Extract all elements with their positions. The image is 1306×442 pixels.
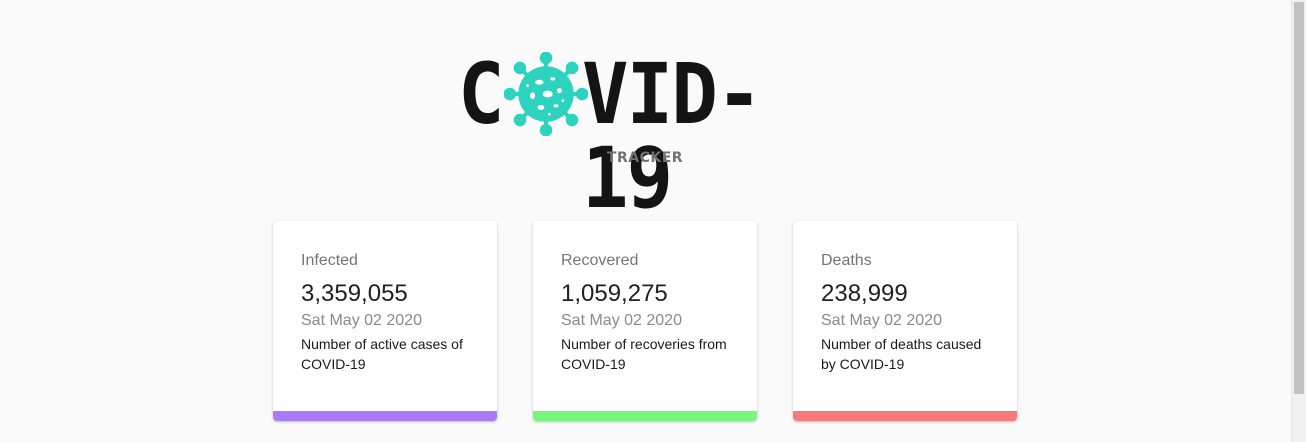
card-date: Sat May 02 2020 xyxy=(821,312,942,329)
recovered-card: Recovered 1,059,275 Sat May 02 2020 Numb… xyxy=(533,221,757,421)
card-description: Number of deaths caused by COVID-19 xyxy=(821,336,982,372)
card-label: Deaths xyxy=(821,252,872,269)
card-accent-bar xyxy=(273,411,497,421)
card-description: Number of active cases of COVID-19 xyxy=(301,336,463,372)
card-value: 238,999 xyxy=(821,280,908,307)
infected-card: Infected 3,359,055 Sat May 02 2020 Numbe… xyxy=(273,221,497,421)
logo-text-vid-19: VID-19 xyxy=(582,45,763,227)
vertical-scrollbar[interactable] xyxy=(1291,0,1306,442)
deaths-card: Deaths 238,999 Sat May 02 2020 Number of… xyxy=(793,221,1017,421)
card-value: 1,059,275 xyxy=(561,280,668,307)
card-date: Sat May 02 2020 xyxy=(561,312,682,329)
logo-tagline: TRACKER xyxy=(606,150,684,166)
logo-letter-c: C xyxy=(458,45,505,143)
card-accent-bar xyxy=(533,411,757,421)
virus-icon xyxy=(504,52,588,136)
card-date: Sat May 02 2020 xyxy=(301,312,422,329)
card-description: Number of recoveries from COVID-19 xyxy=(561,336,727,372)
card-value: 3,359,055 xyxy=(301,280,408,307)
card-label: Infected xyxy=(301,252,358,269)
card-label: Recovered xyxy=(561,252,639,269)
card-accent-bar xyxy=(793,411,1017,421)
scrollbar-thumb[interactable] xyxy=(1294,2,1304,394)
stats-cards: Infected 3,359,055 Sat May 02 2020 Numbe… xyxy=(273,221,1017,421)
page: C VID-19 TRACKER Infected 3,359,055 Sat … xyxy=(0,0,1306,442)
